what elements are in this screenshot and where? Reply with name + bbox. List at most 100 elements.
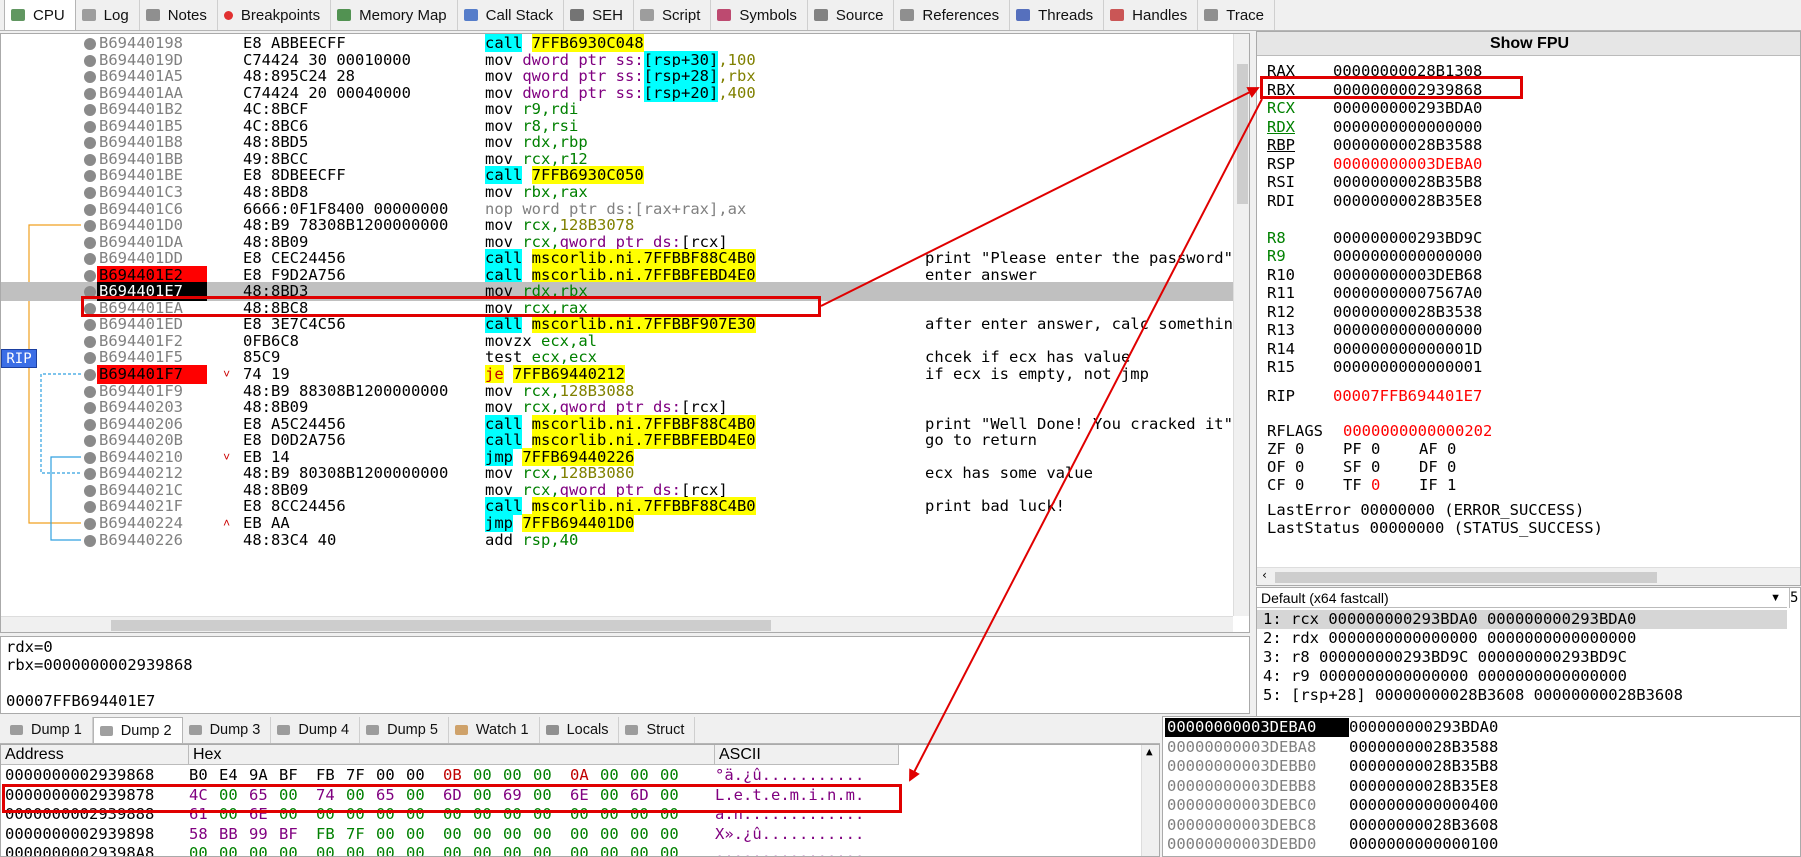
tab-breakpoints[interactable]: Breakpoints — [218, 0, 332, 30]
hex-byte[interactable]: 00 — [533, 825, 570, 844]
breakpoint-toggle[interactable] — [84, 402, 96, 414]
hex-byte[interactable]: 00 — [660, 805, 697, 824]
hex-byte[interactable]: 00 — [503, 844, 533, 856]
stack-row[interactable]: 00000000003DEBC8 00000000028B3608 — [1165, 816, 1498, 835]
argument-row[interactable]: 1: rcx 000000000293BDA0 000000000293BDA0 — [1257, 610, 1787, 629]
dump-header-ascii[interactable]: ASCII — [715, 745, 899, 765]
disasm-row[interactable]: B69440226 48:83C4 40 add rsp,40 — [1, 531, 1235, 550]
tab-log[interactable]: Log — [76, 0, 140, 30]
hex-byte[interactable]: E4 — [219, 766, 249, 785]
hex-byte[interactable]: 6E — [249, 805, 279, 824]
breakpoint-toggle[interactable] — [84, 535, 96, 547]
hex-byte[interactable]: 69 — [503, 786, 533, 805]
register-row-r8[interactable]: R8 000000000293BD9C — [1267, 229, 1482, 247]
hex-byte[interactable]: 00 — [630, 805, 660, 824]
hex-byte[interactable]: 00 — [376, 805, 406, 824]
hex-byte[interactable]: B0 — [189, 766, 219, 785]
register-row-r14[interactable]: R14 000000000000001D — [1267, 340, 1482, 358]
hex-byte[interactable]: 00 — [219, 786, 249, 805]
stack-row[interactable]: 00000000003DEBA0 000000000293BDA0 — [1165, 718, 1498, 737]
hex-byte[interactable]: 00 — [279, 805, 316, 824]
breakpoint-toggle[interactable] — [84, 104, 96, 116]
argument-count[interactable]: 5 — [1789, 588, 1801, 608]
argument-row[interactable]: 5: [rsp+28] 00000000028B3608 00000000028… — [1263, 686, 1683, 705]
hex-byte[interactable]: 00 — [473, 766, 503, 785]
breakpoint-toggle[interactable] — [84, 303, 96, 315]
hex-byte[interactable]: 61 — [189, 805, 219, 824]
hex-byte[interactable]: 00 — [406, 766, 443, 785]
breakpoint-toggle[interactable] — [84, 38, 96, 50]
hex-byte[interactable]: 0A — [570, 766, 600, 785]
hex-byte[interactable]: 00 — [660, 786, 697, 805]
hex-byte[interactable]: 00 — [443, 825, 473, 844]
tab-references[interactable]: References — [894, 0, 1011, 30]
hex-byte[interactable]: 00 — [630, 844, 660, 856]
breakpoint-toggle[interactable] — [84, 71, 96, 83]
hex-byte[interactable]: 00 — [346, 805, 376, 824]
hex-byte[interactable]: 00 — [376, 825, 406, 844]
flag-zf[interactable]: ZF 0 — [1267, 440, 1343, 458]
tab-cpu[interactable]: CPU — [4, 0, 76, 30]
tab-symbols[interactable]: Symbols — [711, 0, 808, 30]
stack-row[interactable]: 00000000003DEBB8 00000000028B35E8 — [1165, 777, 1498, 796]
hex-byte[interactable]: 00 — [600, 844, 630, 856]
hex-byte[interactable]: 00 — [376, 766, 406, 785]
hex-byte[interactable]: 00 — [503, 825, 533, 844]
tab-dump-4[interactable]: Dump 4 — [271, 717, 361, 743]
dump-row[interactable]: 0000000002939888 61 00 6E 00 00 00 00 00 00 00 00 00… — [1, 805, 1141, 824]
breakpoint-toggle[interactable] — [84, 253, 96, 265]
hex-byte[interactable]: 00 — [503, 766, 533, 785]
breakpoint-toggle[interactable] — [84, 435, 96, 447]
breakpoint-toggle[interactable] — [84, 518, 96, 530]
flag-df[interactable]: DF 0 — [1419, 458, 1495, 476]
hex-byte[interactable]: 00 — [316, 844, 346, 856]
hex-byte[interactable]: 00 — [600, 766, 630, 785]
breakpoint-toggle[interactable] — [84, 55, 96, 67]
register-row-r11[interactable]: R11 00000000007567A0 — [1267, 284, 1482, 302]
dump-row[interactable]: 0000000002939878 4C 00 65 00 74 00 65 00 6D 00 69 00… — [1, 786, 1141, 805]
hex-byte[interactable]: 00 — [279, 786, 316, 805]
register-row-rbx[interactable]: RBX 0000000002939868 — [1267, 81, 1482, 99]
flag-af[interactable]: AF 0 — [1419, 440, 1495, 458]
dump-header-address[interactable]: Address — [1, 745, 189, 765]
breakpoint-toggle[interactable] — [84, 237, 96, 249]
hex-byte[interactable]: FB — [316, 766, 346, 785]
hex-byte[interactable]: BF — [279, 825, 316, 844]
rflags-register-row[interactable]: RFLAGS 0000000000000202 — [1267, 422, 1492, 440]
tab-memory-map[interactable]: Memory Map — [331, 0, 458, 30]
breakpoint-toggle[interactable] — [84, 452, 96, 464]
hex-byte[interactable]: 4C — [189, 786, 219, 805]
dump-row[interactable]: 00000000029398A8 00 00 00 00 00 00 00 00 00 00 00 00… — [1, 844, 1141, 856]
tab-handles[interactable]: Handles — [1104, 0, 1199, 30]
hex-byte[interactable]: 00 — [533, 805, 570, 824]
hex-byte[interactable]: 00 — [600, 805, 630, 824]
breakpoint-toggle[interactable] — [84, 369, 96, 381]
hex-byte[interactable]: 00 — [570, 805, 600, 824]
hex-byte[interactable]: 7F — [346, 766, 376, 785]
calling-convention-select[interactable]: Default (x64 fastcall) ▼ — [1257, 588, 1787, 608]
tab-script[interactable]: Script — [634, 0, 712, 30]
register-row-r15[interactable]: R15 0000000000000001 — [1267, 358, 1482, 376]
register-row-rdi[interactable]: RDI 00000000028B35E8 — [1267, 192, 1482, 210]
tab-dump-5[interactable]: Dump 5 — [360, 717, 449, 743]
tab-call-stack[interactable]: Call Stack — [458, 0, 565, 30]
register-row-r9[interactable]: R9 0000000000000000 — [1267, 247, 1482, 265]
hex-byte[interactable]: FB — [316, 825, 346, 844]
breakpoint-toggle[interactable] — [84, 187, 96, 199]
tab-dump-1[interactable]: Dump 1 — [4, 717, 93, 743]
hex-byte[interactable]: 00 — [249, 844, 279, 856]
hex-byte[interactable]: 65 — [249, 786, 279, 805]
register-row-rbp[interactable]: RBP 00000000028B3588 — [1267, 136, 1482, 154]
hex-byte[interactable]: 00 — [630, 825, 660, 844]
register-row-rsp[interactable]: RSP 00000000003DEBA0 — [1267, 155, 1482, 173]
tab-threads[interactable]: Threads — [1010, 0, 1105, 30]
hex-byte[interactable]: 6D — [630, 786, 660, 805]
hex-byte[interactable]: 00 — [346, 844, 376, 856]
hex-byte[interactable]: 00 — [406, 844, 443, 856]
breakpoint-toggle[interactable] — [84, 220, 96, 232]
dump-header-hex[interactable]: Hex — [189, 745, 715, 765]
register-row-rsi[interactable]: RSI 00000000028B35B8 — [1267, 173, 1482, 191]
dump-row[interactable]: 0000000002939898 58 BB 99 BF FB 7F 00 00 00 00 00 00… — [1, 825, 1141, 844]
hex-byte[interactable]: 00 — [600, 786, 630, 805]
register-row-r12[interactable]: R12 00000000028B3538 — [1267, 303, 1482, 321]
